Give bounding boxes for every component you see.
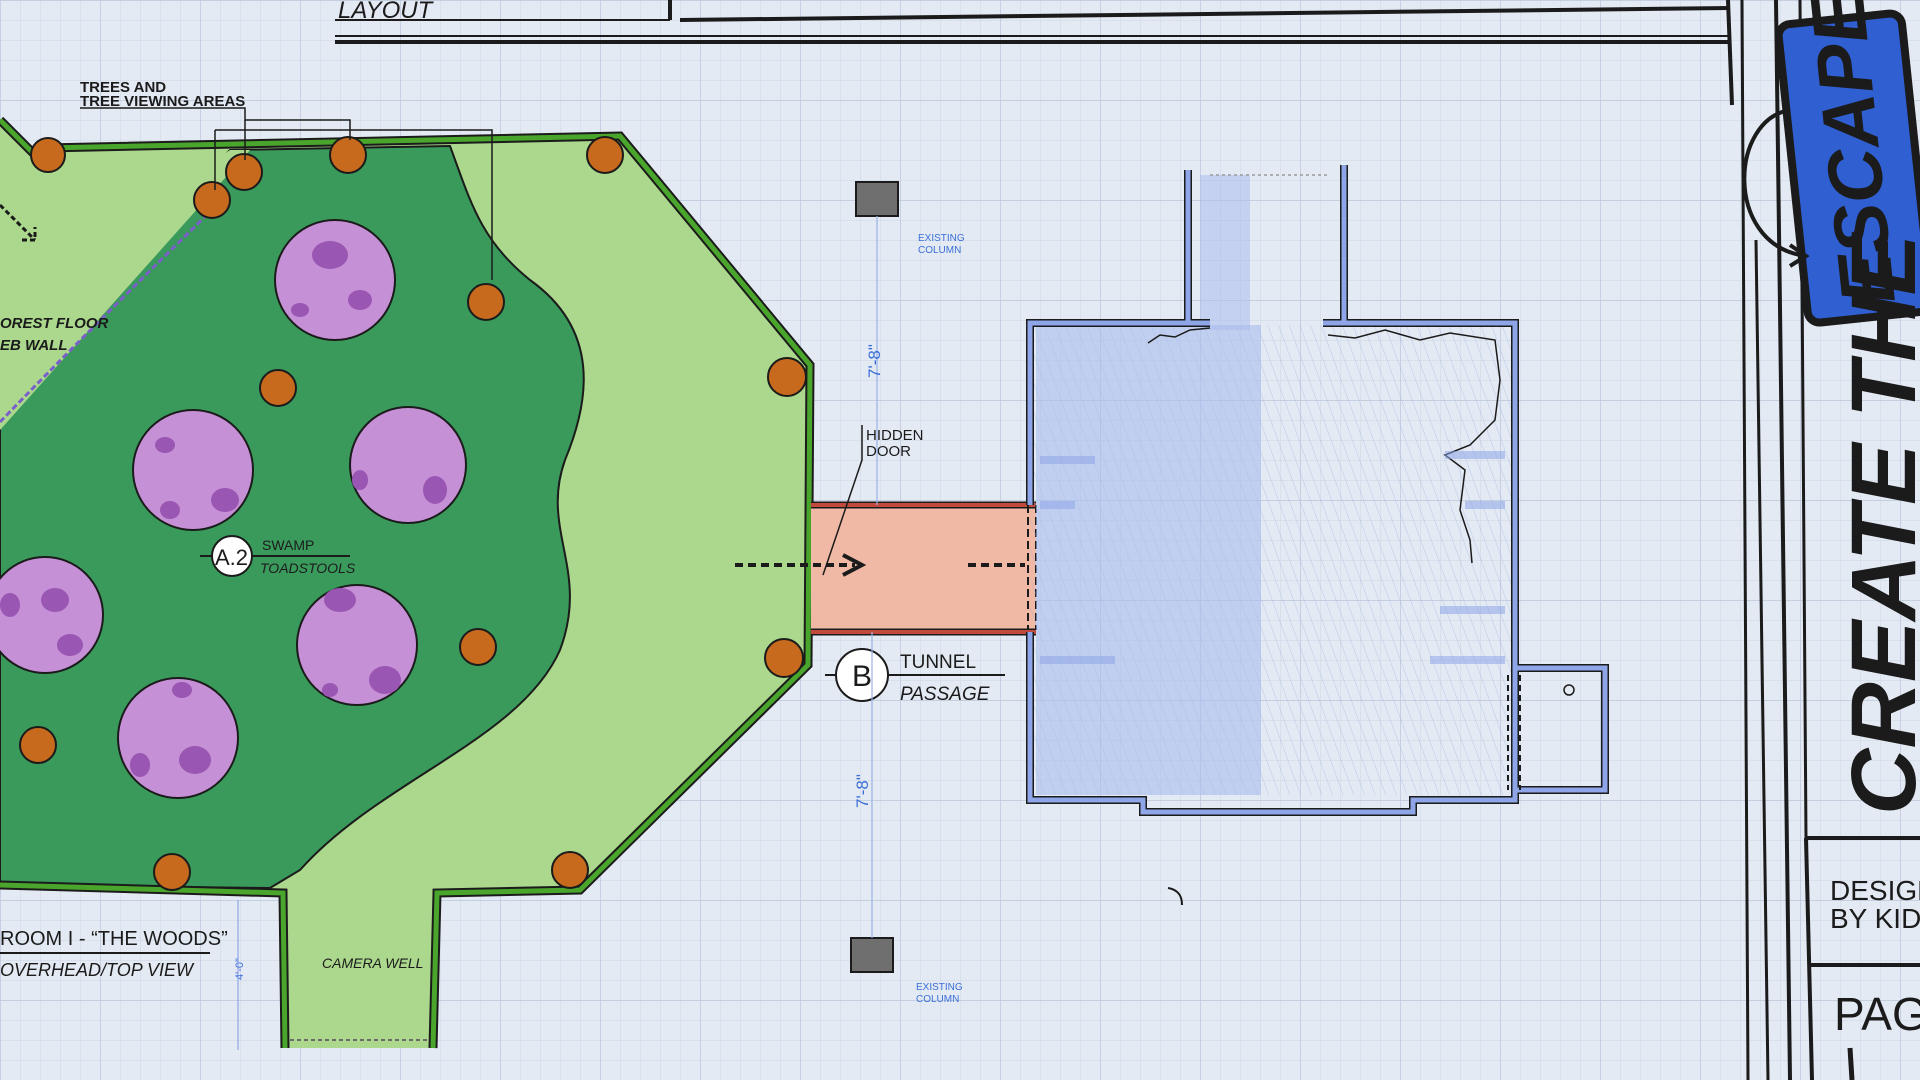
- existing-column-bottom-line2: COLUMN: [916, 994, 959, 1005]
- tree: [551, 851, 589, 889]
- tree: [767, 357, 807, 397]
- forest-floor-line1: OREST FLOOR: [0, 315, 109, 332]
- dimension-small: 4'-0": [234, 958, 246, 980]
- toadstool: [274, 219, 396, 341]
- create-the-title: CREATE THE: [1833, 231, 1920, 815]
- trees-note-line2: TREE VIEWING AREAS: [80, 93, 245, 110]
- tree: [459, 628, 497, 666]
- tunnel-passage: [811, 503, 1036, 633]
- page-label: PAGE: [1834, 988, 1920, 1040]
- blueprint-drawing: LAYOUT ESCAPE CREATE THE DESIGNED BY KID…: [0, 0, 1920, 1080]
- existing-column-top-line2: COLUMN: [918, 245, 961, 256]
- hidden-door-line1: HIDDEN: [866, 427, 924, 444]
- tree: [225, 153, 263, 191]
- square-column-icon: [855, 181, 899, 217]
- toadstool: [132, 409, 254, 531]
- hidden-door-line2: DOOR: [866, 443, 911, 460]
- toadstool: [0, 556, 104, 674]
- layout-label: LAYOUT: [338, 0, 435, 24]
- tree: [764, 638, 804, 678]
- tunnel-sub: PASSAGE: [900, 684, 990, 705]
- toadstool: [296, 584, 418, 706]
- toadstool: [117, 677, 239, 799]
- swamp-name: SWAMP: [262, 537, 314, 553]
- room-subtitle: OVERHEAD/TOP VIEW: [0, 960, 195, 980]
- room-title: ROOM I - “THE WOODS”: [0, 928, 228, 950]
- designed-by-line1: DESIGNED: [1830, 875, 1920, 906]
- tree: [586, 136, 624, 174]
- tree: [193, 181, 231, 219]
- tree: [153, 853, 191, 891]
- tunnel-id: B: [852, 660, 872, 693]
- existing-column-top-line1: EXISTING: [918, 233, 965, 244]
- tunnel-name: TUNNEL: [900, 652, 976, 673]
- tree: [329, 136, 367, 174]
- dimension-top: 7'-8": [865, 344, 884, 378]
- blueprint-canvas: LAYOUT ESCAPE CREATE THE DESIGNED BY KID…: [0, 0, 1920, 1080]
- tree: [19, 726, 57, 764]
- tree: [259, 369, 297, 407]
- designed-by-line2: BY KIDS: [1830, 903, 1920, 934]
- existing-column-bottom-line1: EXISTING: [916, 982, 963, 993]
- swamp-id: A.2: [215, 545, 248, 570]
- camera-well-label: CAMERA WELL: [322, 955, 423, 971]
- forest-floor-line2: EB WALL: [0, 337, 68, 354]
- toadstool: [349, 406, 467, 524]
- dimension-bottom: 7'-8": [853, 774, 872, 808]
- square-column-icon: [850, 937, 894, 973]
- tree: [467, 283, 505, 321]
- tree: [30, 137, 66, 173]
- swamp-sub: TOADSTOOLS: [260, 560, 356, 576]
